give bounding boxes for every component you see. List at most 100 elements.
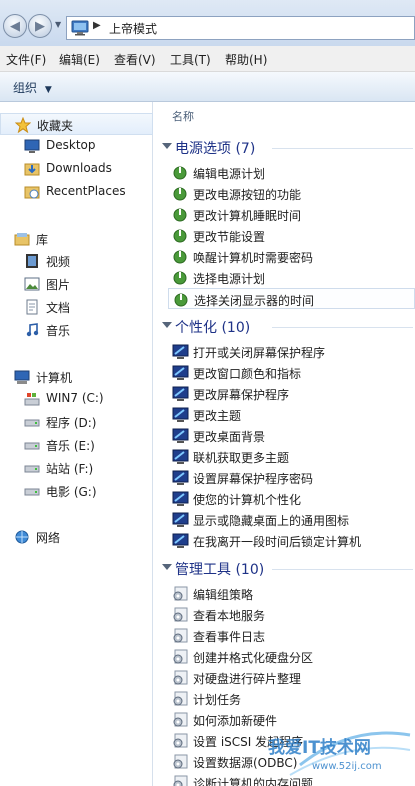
nav-item-drive-d[interactable]: 程序 (D:) (0, 411, 153, 433)
list-item[interactable]: 更改屏幕保护程序 (168, 383, 415, 404)
list-item[interactable]: 选择电源计划 (168, 267, 415, 288)
drive-icon (24, 442, 40, 450)
power-options-icon (173, 271, 187, 285)
power-options-icon (174, 293, 188, 307)
list-item[interactable]: 更改计算机睡眠时间 (168, 204, 415, 225)
group-title: 管理工具 (10) (175, 562, 265, 578)
admin-tools-icon (173, 775, 188, 786)
list-item[interactable]: 打开或关闭屏幕保护程序 (168, 341, 415, 362)
list-item-label: 使您的计算机个性化 (193, 493, 302, 507)
organize-label: 组织 (13, 81, 38, 95)
group-header-admin-tools[interactable]: 管理工具 (10) (154, 558, 415, 580)
group-header-personalization[interactable]: 个性化 (10) (154, 316, 415, 338)
list-item-label: 更改屏幕保护程序 (193, 388, 290, 402)
list-item[interactable]: 更改窗口颜色和指标 (168, 362, 415, 383)
list-item[interactable]: 查看事件日志 (168, 625, 415, 646)
admin-tools-icon (173, 712, 188, 727)
power-options-icon (173, 208, 187, 222)
list-item[interactable]: 更改节能设置 (168, 225, 415, 246)
downloads-folder-icon (24, 163, 40, 176)
list-item[interactable]: 选择关闭显示器的时间 (168, 288, 415, 309)
back-button[interactable]: ◀ (3, 14, 27, 38)
command-bar: 组织 ▼ (0, 72, 415, 102)
group-divider (272, 569, 413, 570)
list-item[interactable]: 编辑组策略 (168, 583, 415, 604)
list-item[interactable]: 设置屏幕保护程序密码 (168, 467, 415, 488)
nav-network[interactable]: 网络 (0, 526, 153, 548)
recent-pages-dropdown[interactable]: ▼ (55, 20, 63, 30)
list-item-label: 查看本地服务 (193, 609, 266, 623)
list-item[interactable]: 查看本地服务 (168, 604, 415, 625)
list-item-label: 更改桌面背景 (193, 430, 266, 444)
nav-item-label: Desktop (46, 138, 96, 152)
list-item[interactable]: 在我离开一段时间后锁定计算机 (168, 530, 415, 551)
nav-item-drive-e[interactable]: 音乐 (E:) (0, 434, 153, 456)
power-options-icon (173, 250, 187, 264)
list-item[interactable]: 联机获取更多主题 (168, 446, 415, 467)
list-item-label: 更改节能设置 (193, 230, 266, 244)
list-item[interactable]: 更改桌面背景 (168, 425, 415, 446)
column-header-name[interactable]: 名称 (172, 108, 194, 124)
nav-item-pictures[interactable]: 图片 (0, 273, 153, 295)
nav-item-downloads[interactable]: Downloads (0, 158, 153, 180)
list-item[interactable]: 编辑电源计划 (168, 162, 415, 183)
list-item[interactable]: 使您的计算机个性化 (168, 488, 415, 509)
collapse-arrow-icon[interactable] (162, 322, 172, 328)
list-item-label: 查看事件日志 (193, 630, 266, 644)
list-item-label: 唤醒计算机时需要密码 (193, 251, 314, 265)
collapse-arrow-icon[interactable] (162, 564, 172, 570)
list-item[interactable]: 更改电源按钮的功能 (168, 183, 415, 204)
breadcrumb-separator-icon[interactable]: ▶ (93, 20, 101, 31)
nav-item-documents[interactable]: 文档 (0, 296, 153, 318)
personalization-icon (172, 365, 189, 380)
nav-libraries[interactable]: 库 (0, 228, 153, 250)
nav-computer-label: 计算机 (36, 371, 73, 385)
nav-item-music[interactable]: 音乐 (0, 319, 153, 341)
nav-computer[interactable]: 计算机 (0, 366, 153, 388)
list-item-label: 计划任务 (193, 693, 242, 707)
list-item[interactable]: 创建并格式化硬盘分区 (168, 646, 415, 667)
nav-item-label: 文档 (46, 301, 71, 315)
address-box[interactable]: ▶ 上帝模式 (66, 16, 415, 40)
nav-item-recent-places[interactable]: RecentPlaces (0, 181, 153, 203)
list-item[interactable]: 更改主题 (168, 404, 415, 425)
list-item[interactable]: 对硬盘进行碎片整理 (168, 667, 415, 688)
watermark-url: www.52ij.com (312, 761, 382, 772)
list-item-label: 编辑组策略 (193, 588, 254, 602)
list-item-label: 选择关闭显示器的时间 (194, 294, 315, 308)
list-item-label: 更改主题 (193, 409, 242, 423)
menu-view[interactable]: 查看(V) (114, 51, 156, 68)
nav-item-desktop[interactable]: Desktop (0, 135, 153, 157)
menu-tools[interactable]: 工具(T) (170, 51, 211, 68)
admin-tools-icon (173, 733, 188, 748)
list-item-label: 在我离开一段时间后锁定计算机 (193, 535, 362, 549)
content-pane: 名称 电源选项 (7) 编辑电源计划 更改电源按钮的功能 更改计算机睡眠时间 更… (154, 102, 415, 786)
forward-button[interactable]: ▶ (28, 14, 52, 38)
menu-help[interactable]: 帮助(H) (225, 51, 267, 68)
nav-item-drive-c[interactable]: WIN7 (C:) (0, 388, 153, 410)
list-item[interactable]: 计划任务 (168, 688, 415, 709)
organize-button[interactable]: 组织 ▼ (13, 79, 52, 96)
watermark-logo: 我爱IT技术网 www.52ij.com (268, 731, 411, 776)
admin-tools-icon (173, 754, 188, 769)
personalization-icon (172, 533, 189, 548)
list-item-label: 创建并格式化硬盘分区 (193, 651, 314, 665)
nav-item-label: 程序 (D:) (46, 416, 97, 430)
group-header-power-options[interactable]: 电源选项 (7) (154, 137, 415, 159)
menu-edit[interactable]: 编辑(E) (59, 51, 100, 68)
collapse-arrow-icon[interactable] (162, 143, 172, 149)
personalization-icon (172, 344, 189, 359)
nav-item-videos[interactable]: 视频 (0, 250, 153, 272)
admin-tools-icon (173, 670, 188, 685)
nav-item-label: 音乐 (E:) (46, 439, 95, 453)
nav-item-drive-g[interactable]: 电影 (G:) (0, 480, 153, 502)
breadcrumb-location[interactable]: 上帝模式 (109, 20, 157, 37)
list-item[interactable]: 唤醒计算机时需要密码 (168, 246, 415, 267)
list-item-label: 更改电源按钮的功能 (193, 188, 302, 202)
nav-item-label: 视频 (46, 255, 71, 269)
nav-libraries-label: 库 (36, 233, 49, 247)
list-item[interactable]: 显示或隐藏桌面上的通用图标 (168, 509, 415, 530)
nav-item-drive-f[interactable]: 站站 (F:) (0, 457, 153, 479)
menu-file[interactable]: 文件(F) (6, 51, 46, 68)
nav-favorites[interactable]: 收藏夹 (0, 113, 153, 135)
